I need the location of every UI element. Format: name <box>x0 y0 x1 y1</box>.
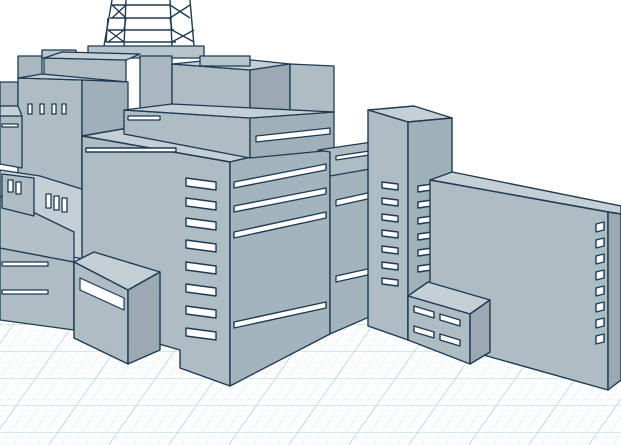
3d-scene[interactable] <box>0 0 621 445</box>
radio-tower[interactable] <box>103 0 195 47</box>
3d-viewport[interactable] <box>0 0 621 445</box>
